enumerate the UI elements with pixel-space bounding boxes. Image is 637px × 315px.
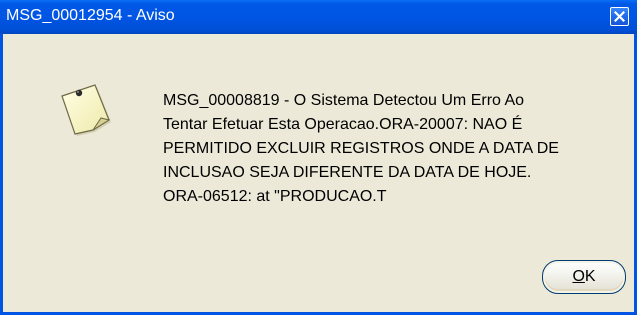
dialog-window: MSG_00012954 - Aviso MSG_00008819 - O Si…	[0, 0, 637, 315]
error-message: MSG_00008819 - O Sistema Detectou Um Err…	[163, 89, 633, 209]
close-button[interactable]	[610, 7, 629, 26]
message-line: MSG_00008819 - O Sistema Detectou Um Err…	[163, 92, 525, 109]
message-line: Tentar Efetuar Esta Operacao.ORA-20007: …	[163, 116, 523, 133]
dialog-body: MSG_00008819 - O Sistema Detectou Um Err…	[3, 34, 634, 312]
window-title: MSG_00012954 - Aviso	[6, 7, 175, 24]
message-line: PERMITIDO EXCLUIR REGISTROS ONDE A DATA …	[163, 140, 559, 157]
ok-button[interactable]: OK	[542, 260, 626, 294]
title-bar[interactable]: MSG_00012954 - Aviso	[0, 0, 637, 34]
ok-label-rest: K	[584, 268, 596, 285]
note-icon	[61, 84, 111, 136]
ok-mnemonic: O	[572, 268, 585, 285]
message-line: INCLUSAO SEJA DIFERENTE DA DATA DE HOJE.	[163, 164, 532, 181]
message-line: ORA-06512: at "PRODUCAO.T	[163, 188, 387, 205]
close-icon	[614, 11, 625, 22]
